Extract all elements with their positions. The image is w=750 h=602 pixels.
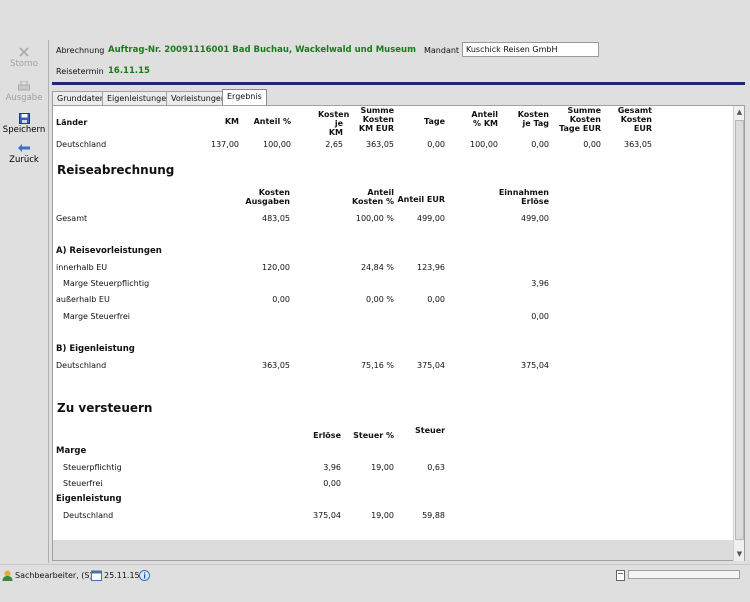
- col-steuer-eur: Steuer EUR: [415, 426, 445, 436]
- save-icon: [17, 112, 31, 124]
- col-anteil-km: Anteil % KM: [471, 110, 498, 128]
- storno-label: Storno: [10, 59, 38, 69]
- versteuern-title: Zu versteuern: [57, 401, 153, 415]
- row-anteil: 100,00: [263, 140, 291, 149]
- tab-ergebnis[interactable]: Ergebnis: [222, 89, 267, 106]
- marge-frei-label: Marge Steuerfrei: [63, 312, 130, 321]
- printer-icon: [17, 80, 31, 92]
- row-summe-kosten: 363,05: [366, 140, 394, 149]
- row-summe-tage: 0,00: [583, 140, 601, 149]
- col-summe-kosten: Summe Kosten KM EUR: [358, 106, 394, 133]
- gesamt-kosten: 483,05: [262, 214, 290, 223]
- ausserhalb-eur: 0,00: [427, 295, 445, 304]
- col-erloese: Erlöse: [313, 431, 341, 440]
- col-anteil-kosten: Anteil Kosten %: [351, 188, 394, 206]
- steuerpflichtig-eur: 0,63: [427, 463, 445, 472]
- document-icon: [616, 570, 625, 583]
- col-kosten-tag: Kosten je Tag: [517, 110, 549, 128]
- steuerpflichtig-pct: 19,00: [371, 463, 394, 472]
- mandant-label: Mandant: [424, 46, 460, 55]
- gesamt-einnahmen: 499,00: [521, 214, 549, 223]
- row-kosten-tag: 0,00: [531, 140, 549, 149]
- col-einnahmen: Einnahmen Erlöse: [498, 188, 549, 206]
- reisetermin-label: Reisetermin: [56, 67, 104, 76]
- marge-frei-value: 0,00: [531, 312, 549, 321]
- calendar-icon: [91, 570, 102, 583]
- deutschland-eur: 375,04: [417, 361, 445, 370]
- steuerpflichtig-label: Steuerpflichtig: [63, 463, 122, 472]
- left-toolbar: Storno Ausgabe Speichern Zurück: [0, 40, 48, 170]
- col-kosten-ausgaben: Kosten Ausgaben: [245, 188, 290, 206]
- col-kosten-km: Kosten je KM: [318, 110, 350, 137]
- innerhalb-anteil: 24,84 %: [360, 263, 394, 272]
- row-land: Deutschland: [56, 140, 107, 149]
- col-gesamt: Gesamt Kosten EUR: [617, 106, 652, 133]
- scroll-down-icon[interactable]: ▼: [735, 550, 744, 558]
- scroll-thumb[interactable]: [735, 120, 744, 540]
- ausserhalb-anteil: 0,00 %: [366, 295, 394, 304]
- deutschland-label: Deutschland: [56, 361, 107, 370]
- deutschland-einnahmen: 375,04: [521, 361, 549, 370]
- row-anteil-km: 100,00: [470, 140, 498, 149]
- reiseabrechnung-title: Reiseabrechnung: [57, 163, 175, 177]
- col-anteil: Anteil %: [253, 117, 291, 126]
- innerhalb-eur: 123,96: [417, 263, 445, 272]
- close-icon: [17, 46, 31, 58]
- row-gesamt: 363,05: [624, 140, 652, 149]
- row-tage: 0,00: [427, 140, 445, 149]
- col-laender: Länder: [56, 118, 88, 127]
- reisevorleistungen-title: A) Reisevorleistungen: [56, 246, 162, 256]
- col-tage: Tage: [424, 117, 445, 126]
- vertical-scrollbar[interactable]: ▲ ▼: [733, 106, 744, 561]
- zurueck-label: Zurück: [9, 155, 39, 165]
- gesamt-anteil: 100,00 %: [355, 214, 394, 223]
- innerhalb-label: innerhalb EU: [56, 263, 108, 272]
- abrechnung-label: Abrechnung: [56, 46, 105, 55]
- info-icon[interactable]: [139, 570, 150, 583]
- reisetermin-value: 16.11.15: [108, 66, 150, 76]
- scroll-up-icon[interactable]: ▲: [735, 108, 744, 116]
- speichern-button[interactable]: Speichern: [0, 112, 48, 135]
- ausserhalb-label: außerhalb EU: [56, 295, 110, 304]
- ausgabe-button[interactable]: Ausgabe: [0, 80, 48, 103]
- zurueck-button[interactable]: Zurück: [0, 142, 48, 165]
- versteuern-deutschland-label: Deutschland: [63, 511, 114, 520]
- deutschland-kosten: 363,05: [262, 361, 290, 370]
- col-summe-tage: Summe Kosten Tage EUR: [559, 106, 601, 133]
- back-arrow-icon: [17, 142, 31, 154]
- user-icon: [2, 570, 13, 583]
- gesamt-eur: 499,00: [417, 214, 445, 223]
- abrechnung-value: Auftrag-Nr. 20091116001 Bad Buchau, Wack…: [108, 45, 416, 55]
- col-steuer-pct: Steuer %: [353, 431, 394, 440]
- versteuern-deutschland-erloese: 375,04: [313, 511, 341, 520]
- row-km: 137,00: [211, 140, 239, 149]
- ausgabe-label: Ausgabe: [5, 93, 43, 103]
- versteuern-deutschland-pct: 19,00: [371, 511, 394, 520]
- mandant-field[interactable]: Kuschick Reisen GmbH: [462, 42, 599, 57]
- progress-bar: [628, 570, 740, 579]
- speichern-label: Speichern: [2, 125, 46, 135]
- versteuern-deutschland-eur: 59,88: [422, 511, 445, 520]
- eigenleistung-section-title: Eigenleistung: [56, 494, 122, 504]
- marge-title: Marge: [56, 446, 87, 456]
- storno-button[interactable]: Storno: [0, 46, 48, 69]
- steuerfrei-erloese: 0,00: [323, 479, 341, 488]
- toolbar-separator: [48, 40, 49, 563]
- deutschland-anteil: 75,16 %: [360, 361, 394, 370]
- ausserhalb-kosten: 0,00: [272, 295, 290, 304]
- marge-pflichtig-value: 3,96: [531, 279, 549, 288]
- steuerfrei-label: Steuerfrei: [63, 479, 103, 488]
- col-km: KM: [224, 117, 239, 126]
- header-divider: [52, 82, 745, 85]
- steuerpflichtig-erloese: 3,96: [323, 463, 341, 472]
- panel-footer: [53, 540, 733, 560]
- status-date: 25.11.15: [104, 571, 140, 580]
- innerhalb-kosten: 120,00: [262, 263, 290, 272]
- marge-pflichtig-label: Marge Steuerpflichtig: [63, 279, 150, 288]
- status-user: Sachbearbeiter, (S): [15, 571, 93, 580]
- gesamt-label: Gesamt: [56, 214, 88, 223]
- col-anteil-eur: Anteil EUR: [397, 195, 445, 204]
- row-kosten-km: 2,65: [325, 140, 343, 149]
- eigenleistung-title: B) Eigenleistung: [56, 344, 135, 354]
